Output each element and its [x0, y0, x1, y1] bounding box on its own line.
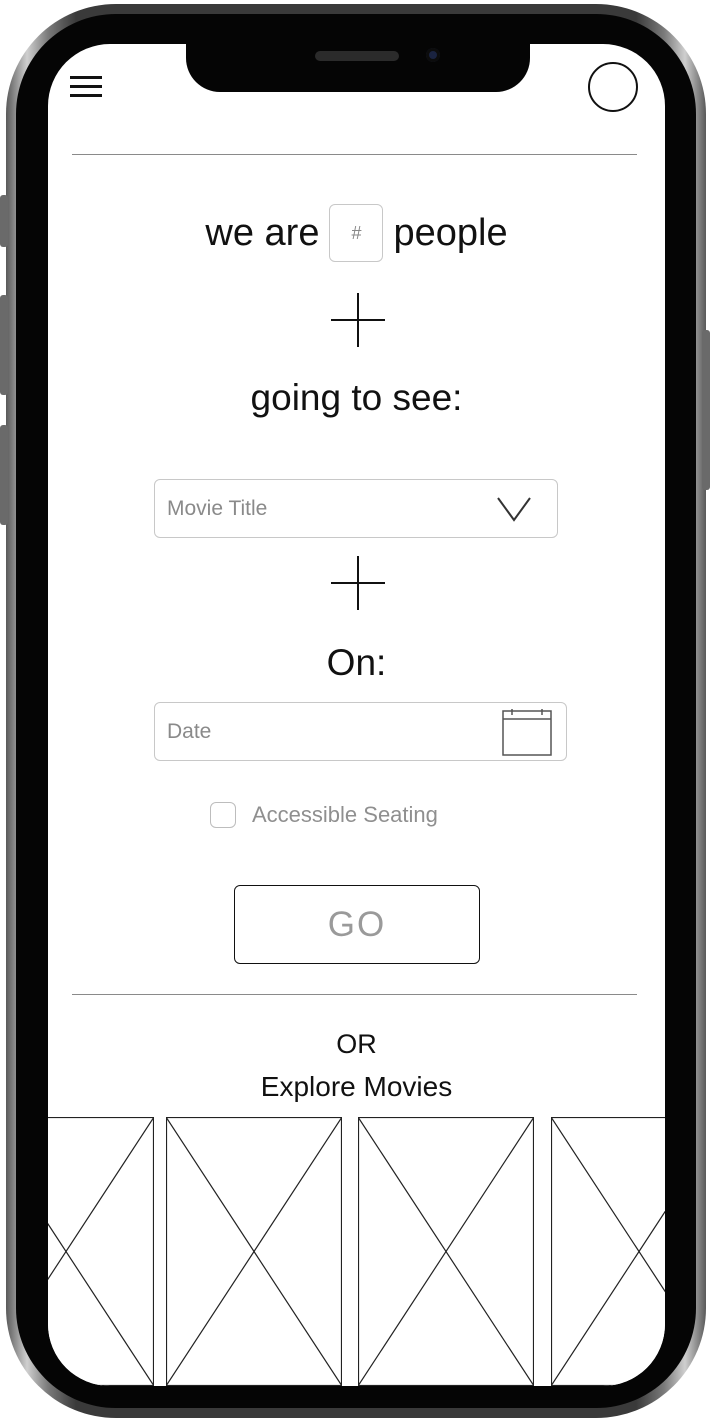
header-divider: [72, 154, 637, 155]
accessible-seating-checkbox[interactable]: [210, 802, 236, 828]
party-size-input[interactable]: [329, 204, 384, 262]
speaker-grille: [315, 51, 399, 61]
front-camera-icon: [426, 48, 440, 62]
movie-thumbnail-placeholder[interactable]: [48, 1117, 154, 1386]
movie-title-placeholder: Movie Title: [167, 497, 268, 520]
movie-carousel[interactable]: [48, 1117, 665, 1386]
explore-movies-title: Explore Movies: [260, 1071, 453, 1102]
movie-title-select[interactable]: Movie Title: [154, 479, 558, 538]
plus-icon: [331, 293, 385, 347]
date-heading: On:: [326, 642, 387, 683]
people-suffix-text: people: [393, 211, 508, 254]
or-text: OR: [336, 1029, 377, 1059]
go-button[interactable]: GO: [234, 885, 480, 964]
volume-up-button: [0, 295, 8, 395]
movie-thumbnail-placeholder[interactable]: [551, 1117, 665, 1386]
power-button: [702, 330, 710, 490]
section-divider: [72, 994, 637, 995]
phone-device: we are people going to see: Movie Title …: [0, 0, 710, 1422]
accessible-seating-label: Accessible Seating: [252, 802, 438, 827]
volume-down-button: [0, 425, 8, 525]
accessible-seating-option[interactable]: Accessible Seating: [210, 801, 438, 829]
movie-thumbnail-placeholder[interactable]: [358, 1117, 534, 1386]
date-input[interactable]: Date: [154, 702, 567, 761]
app-screen: we are people going to see: Movie Title …: [48, 44, 665, 1386]
date-placeholder: Date: [167, 720, 212, 743]
profile-avatar-icon[interactable]: [588, 62, 638, 112]
movie-thumbnail-placeholder[interactable]: [166, 1117, 342, 1386]
hamburger-menu-icon[interactable]: [70, 76, 102, 98]
silent-switch: [0, 195, 8, 247]
chevron-down-icon: [497, 497, 531, 522]
party-size-row: we are people: [48, 202, 665, 264]
calendar-icon[interactable]: [502, 709, 552, 757]
people-prefix-text: we are: [205, 211, 320, 254]
movie-heading: going to see:: [250, 377, 463, 418]
notch: [186, 44, 530, 92]
plus-icon: [331, 556, 385, 610]
